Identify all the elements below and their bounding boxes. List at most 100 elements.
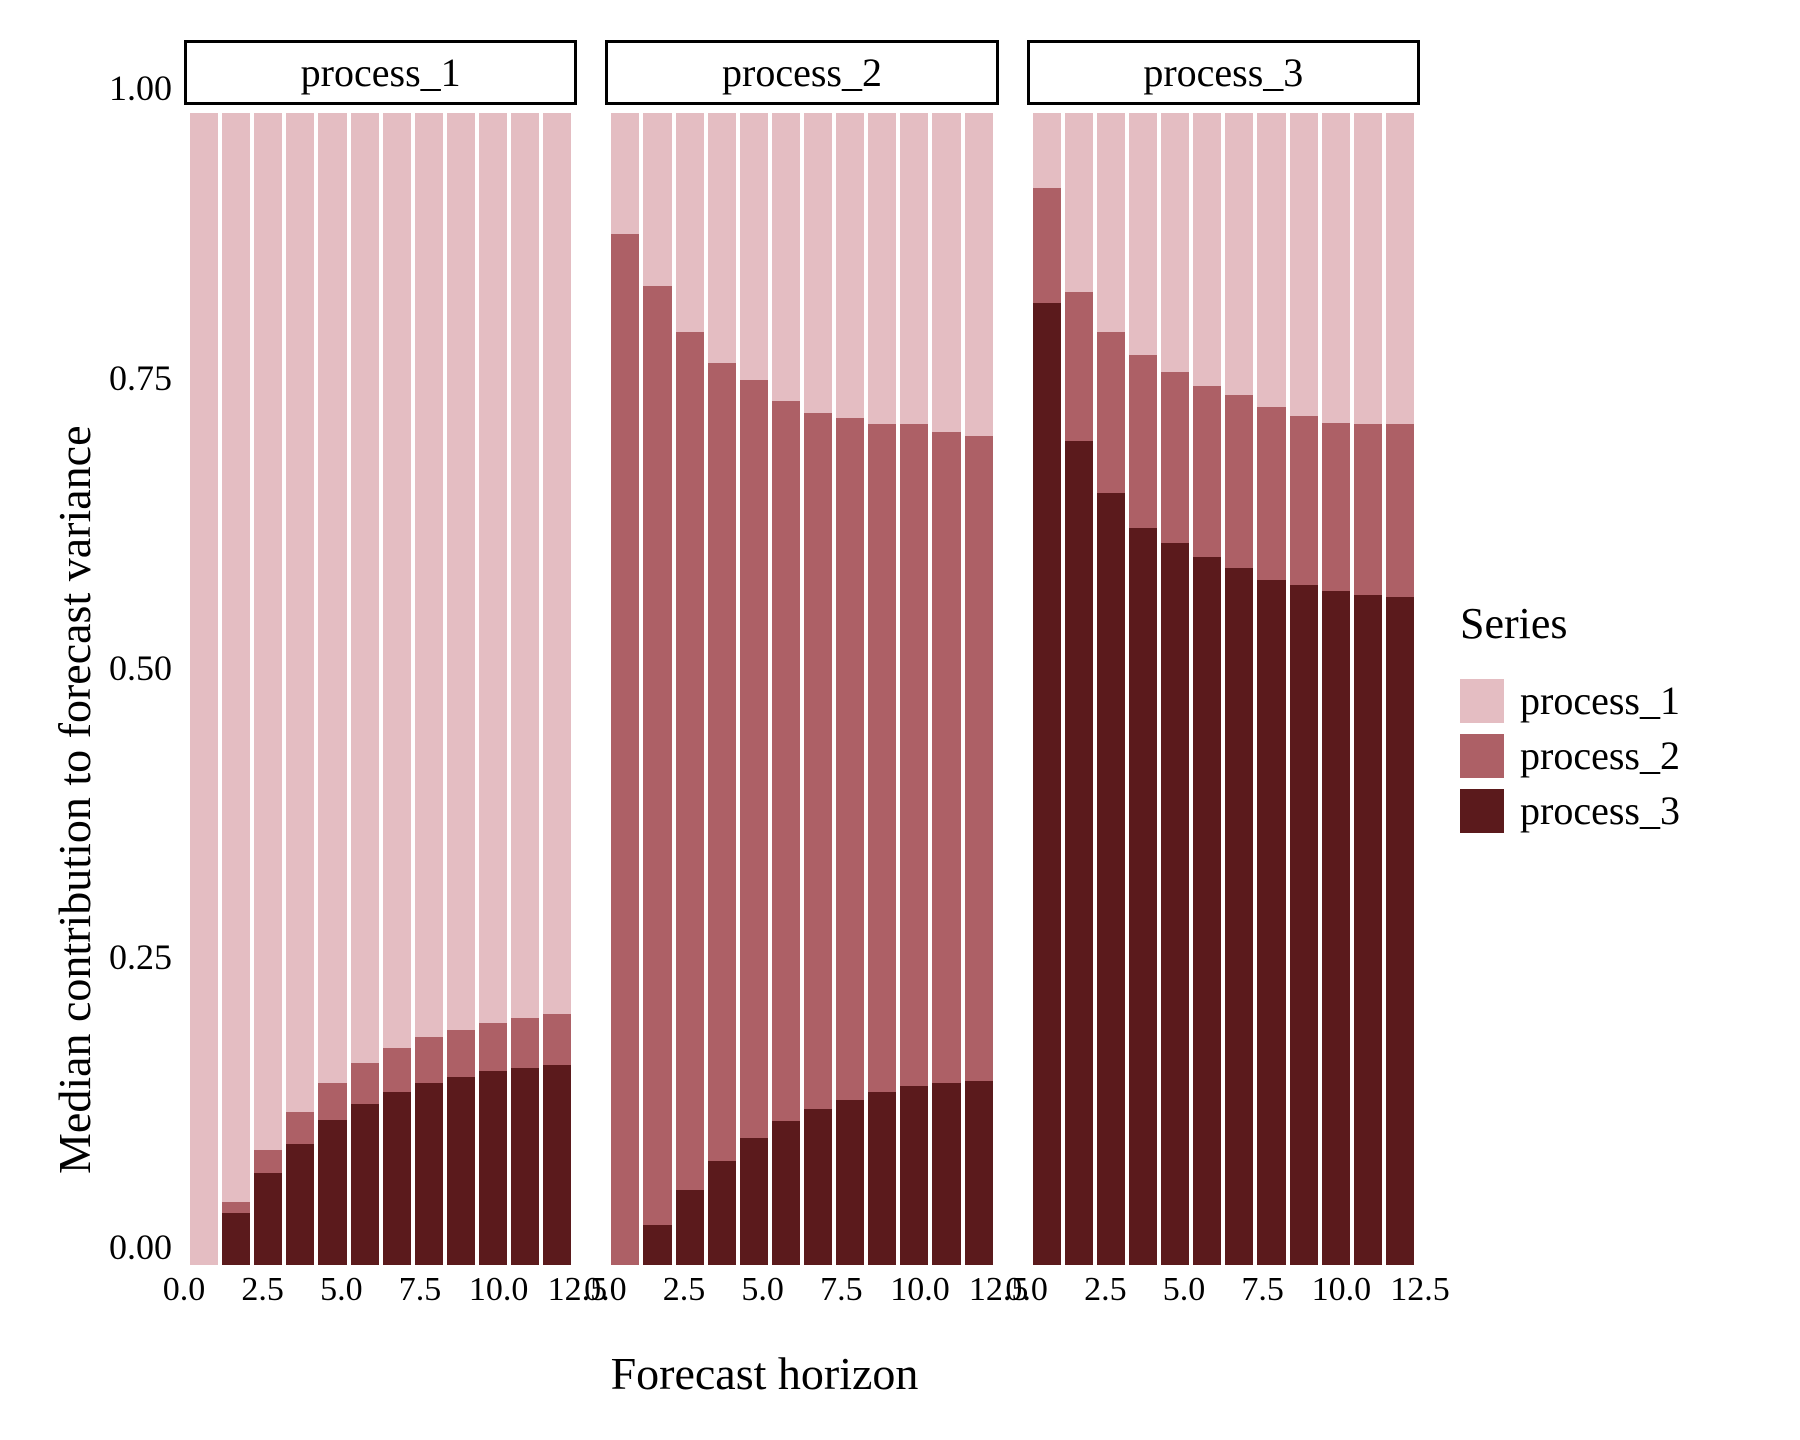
bar-segment-process_2 <box>254 1150 282 1173</box>
bar-segment-process_2 <box>543 1014 571 1065</box>
bar-segment-process_2 <box>676 332 704 1190</box>
bar <box>676 113 704 1265</box>
bar-segment-process_3 <box>351 1104 379 1265</box>
bar-segment-process_1 <box>1065 113 1093 292</box>
x-tick-label: 0.0 <box>1005 1271 1048 1309</box>
x-tick-label: 7.5 <box>399 1271 442 1309</box>
bar <box>190 113 218 1265</box>
bar-segment-process_3 <box>543 1065 571 1265</box>
bar-segment-process_1 <box>900 113 928 424</box>
bar-segment-process_1 <box>804 113 832 413</box>
bar-segment-process_2 <box>804 413 832 1110</box>
y-axis-title-text: Median contribution to forecast variance <box>48 426 101 1175</box>
bar-segment-process_1 <box>965 113 993 436</box>
x-tick-label: 2.5 <box>241 1271 284 1309</box>
facet-process_3: process_3 <box>1027 40 1420 1265</box>
bar-segment-process_3 <box>511 1068 539 1265</box>
bar-segment-process_1 <box>932 113 960 432</box>
x-axis-title-text: Forecast horizon <box>611 1348 919 1399</box>
bar-segment-process_3 <box>1354 595 1382 1265</box>
bar-segment-process_1 <box>447 113 475 1030</box>
bar-segment-process_2 <box>318 1083 346 1120</box>
bar-segment-process_3 <box>740 1138 768 1265</box>
bar-segment-process_2 <box>351 1063 379 1103</box>
bar <box>708 113 736 1265</box>
bar-segment-process_1 <box>511 113 539 1018</box>
bar-segment-process_3 <box>1257 580 1285 1265</box>
bar-segment-process_3 <box>932 1083 960 1265</box>
bar <box>772 113 800 1265</box>
bar-segment-process_3 <box>772 1121 800 1265</box>
bar-segment-process_3 <box>1065 441 1093 1265</box>
bar <box>286 113 314 1265</box>
x-axis-facet: 0.02.55.07.510.012.5 <box>1027 1265 1420 1319</box>
bar-segment-process_1 <box>286 113 314 1112</box>
bars <box>605 113 998 1265</box>
x-tick-label: 5.0 <box>320 1271 363 1309</box>
facets-row: 1.000.750.500.250.00 process_1process_2p… <box>109 40 1420 1265</box>
bar-segment-process_3 <box>1386 597 1414 1265</box>
legend-label: process_2 <box>1520 732 1680 779</box>
bar-segment-process_3 <box>1161 543 1189 1265</box>
panel <box>605 113 998 1265</box>
bar <box>1193 113 1221 1265</box>
panel <box>1027 113 1420 1265</box>
bar-segment-process_1 <box>740 113 768 380</box>
x-axis-ticks-row: 0.00 0.02.55.07.510.012.50.02.55.07.510.… <box>109 1265 1420 1319</box>
bar-segment-process_3 <box>415 1083 443 1265</box>
legend-key <box>1460 789 1504 833</box>
bar-segment-process_2 <box>932 432 960 1083</box>
bar-segment-process_2 <box>1193 386 1221 556</box>
bar-segment-process_1 <box>836 113 864 418</box>
bar-segment-process_1 <box>772 113 800 401</box>
bar <box>543 113 571 1265</box>
bar-segment-process_3 <box>965 1081 993 1265</box>
bar <box>1354 113 1382 1265</box>
facet-strip: process_1 <box>184 40 577 105</box>
bar <box>900 113 928 1265</box>
bar <box>611 113 639 1265</box>
bar-segment-process_1 <box>1257 113 1285 407</box>
bar-segment-process_1 <box>222 113 250 1202</box>
bar-segment-process_3 <box>1193 557 1221 1265</box>
x-tick-label: 7.5 <box>820 1271 863 1309</box>
x-axis-title: Forecast horizon <box>109 1319 1420 1400</box>
bar-segment-process_1 <box>611 113 639 234</box>
legend: Series process_1process_2process_3 <box>1420 40 1760 1400</box>
facet-strip: process_2 <box>605 40 998 105</box>
bar-segment-process_3 <box>1129 528 1157 1265</box>
x-axis-facets: 0.02.55.07.510.012.50.02.55.07.510.012.5… <box>184 1265 1420 1319</box>
bar-segment-process_3 <box>1033 303 1061 1265</box>
bar <box>254 113 282 1265</box>
bar <box>868 113 896 1265</box>
bar <box>836 113 864 1265</box>
legend-label: process_3 <box>1520 787 1680 834</box>
x-tick-label: 10.0 <box>890 1271 950 1309</box>
bar-segment-process_1 <box>1033 113 1061 188</box>
bar-segment-process_2 <box>1386 424 1414 597</box>
bar-segment-process_1 <box>1193 113 1221 386</box>
bar <box>318 113 346 1265</box>
bar <box>1322 113 1350 1265</box>
bar <box>351 113 379 1265</box>
bar-segment-process_3 <box>1225 568 1253 1265</box>
facet-strip: process_3 <box>1027 40 1420 105</box>
x-axis-facet: 0.02.55.07.510.012.5 <box>184 1265 577 1319</box>
bar-segment-process_2 <box>286 1112 314 1144</box>
bar-segment-process_3 <box>900 1086 928 1265</box>
bar-segment-process_3 <box>1290 585 1318 1265</box>
x-tick-label: 10.0 <box>469 1271 529 1309</box>
bar-segment-process_2 <box>643 286 671 1225</box>
bar-segment-process_1 <box>383 113 411 1048</box>
y-axis-title: Median contribution to forecast variance <box>40 40 109 1400</box>
legend-item-process_1: process_1 <box>1460 677 1760 724</box>
bar <box>447 113 475 1265</box>
bar-segment-process_3 <box>643 1225 671 1265</box>
x-axis-ticks: 0.02.55.07.510.012.5 <box>1027 1265 1420 1319</box>
bar <box>511 113 539 1265</box>
x-tick-label: 2.5 <box>1084 1271 1127 1309</box>
facets: process_1 process_2 process_3 <box>184 40 1420 1265</box>
bar <box>1225 113 1253 1265</box>
bar-segment-process_2 <box>740 380 768 1138</box>
bar-segment-process_1 <box>1161 113 1189 372</box>
